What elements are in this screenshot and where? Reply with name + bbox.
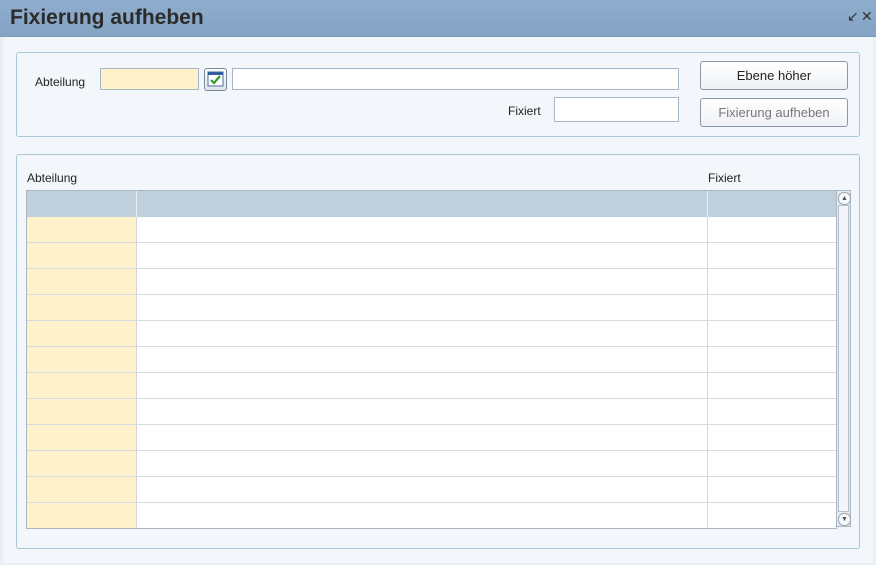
cell-abteilung[interactable] <box>27 425 137 450</box>
cell-abteilung[interactable] <box>27 399 137 424</box>
cell-abteilung[interactable] <box>27 295 137 320</box>
vertical-scrollbar[interactable]: ▲ ▼ <box>836 190 851 527</box>
cell-bezeichnung[interactable] <box>137 217 708 242</box>
table-row[interactable] <box>27 295 836 321</box>
table-row[interactable] <box>27 451 836 477</box>
cell-bezeichnung[interactable] <box>137 243 708 268</box>
table-row[interactable] <box>27 347 836 373</box>
abteilung-picker-button[interactable] <box>204 68 227 91</box>
cell-bezeichnung[interactable] <box>137 451 708 476</box>
minimize-icon[interactable]: ↙ <box>847 9 859 23</box>
cell-fixiert[interactable] <box>708 399 836 424</box>
header-cell-bezeichnung[interactable] <box>137 191 708 217</box>
cell-fixiert[interactable] <box>708 295 836 320</box>
cell-bezeichnung[interactable] <box>137 503 708 528</box>
fixiert-label: Fixiert <box>508 104 541 118</box>
cell-abteilung[interactable] <box>27 243 137 268</box>
cell-abteilung[interactable] <box>27 503 137 528</box>
fixierung-aufheben-button[interactable]: Fixierung aufheben <box>700 98 848 127</box>
cell-fixiert[interactable] <box>708 217 836 242</box>
cell-fixiert[interactable] <box>708 451 836 476</box>
table-row[interactable] <box>27 321 836 347</box>
table-row[interactable] <box>27 373 836 399</box>
cell-fixiert[interactable] <box>708 425 836 450</box>
table-row[interactable] <box>27 399 836 425</box>
cell-bezeichnung[interactable] <box>137 399 708 424</box>
cell-abteilung[interactable] <box>27 373 137 398</box>
table-row[interactable] <box>27 477 836 503</box>
cell-bezeichnung[interactable] <box>137 477 708 502</box>
cell-fixiert[interactable] <box>708 347 836 372</box>
fixiert-input[interactable] <box>554 97 679 122</box>
header-cell-fixiert[interactable] <box>708 191 836 217</box>
ebene-hoeher-button[interactable]: Ebene höher <box>700 61 848 90</box>
table-row[interactable] <box>27 269 836 295</box>
column-header-fixiert: Fixiert <box>708 171 741 185</box>
abteilung-code-input[interactable] <box>100 68 199 90</box>
cell-abteilung[interactable] <box>27 269 137 294</box>
scroll-up-icon[interactable]: ▲ <box>838 192 851 205</box>
cell-fixiert[interactable] <box>708 269 836 294</box>
cell-bezeichnung[interactable] <box>137 373 708 398</box>
cell-bezeichnung[interactable] <box>137 321 708 346</box>
column-header-abteilung: Abteilung <box>27 171 78 185</box>
header-cell-abteilung[interactable] <box>27 191 137 217</box>
abteilung-label: Abteilung <box>35 75 86 89</box>
title-bar: Fixierung aufheben ↙ ✕ <box>0 0 876 37</box>
table-row[interactable] <box>27 503 836 528</box>
cell-bezeichnung[interactable] <box>137 347 708 372</box>
cell-abteilung[interactable] <box>27 321 137 346</box>
cell-abteilung[interactable] <box>27 217 137 242</box>
table-row[interactable] <box>27 243 836 269</box>
dialog-body: Abteilung Fixiert Ebene höher Fixierung … <box>3 37 873 563</box>
cell-fixiert[interactable] <box>708 503 836 528</box>
cell-fixiert[interactable] <box>708 477 836 502</box>
abteilung-name-input[interactable] <box>232 68 679 90</box>
cell-fixiert[interactable] <box>708 373 836 398</box>
table-row[interactable] <box>27 217 836 243</box>
cell-abteilung[interactable] <box>27 477 137 502</box>
cell-abteilung[interactable] <box>27 451 137 476</box>
results-table <box>26 190 837 529</box>
scrollbar-thumb[interactable] <box>838 205 849 512</box>
results-panel: Abteilung Fixiert ▲ ▼ <box>16 154 860 549</box>
table-row[interactable] <box>27 425 836 451</box>
cell-bezeichnung[interactable] <box>137 269 708 294</box>
table-header-row <box>27 191 836 217</box>
cell-bezeichnung[interactable] <box>137 295 708 320</box>
close-icon[interactable]: ✕ <box>861 9 873 23</box>
cell-abteilung[interactable] <box>27 347 137 372</box>
cell-bezeichnung[interactable] <box>137 425 708 450</box>
cell-fixiert[interactable] <box>708 321 836 346</box>
cell-fixiert[interactable] <box>708 243 836 268</box>
filter-panel: Abteilung Fixiert Ebene höher Fixierung … <box>16 52 860 137</box>
calendar-check-icon <box>207 71 224 87</box>
window-title: Fixierung aufheben <box>10 6 204 29</box>
scroll-down-icon[interactable]: ▼ <box>838 513 851 526</box>
